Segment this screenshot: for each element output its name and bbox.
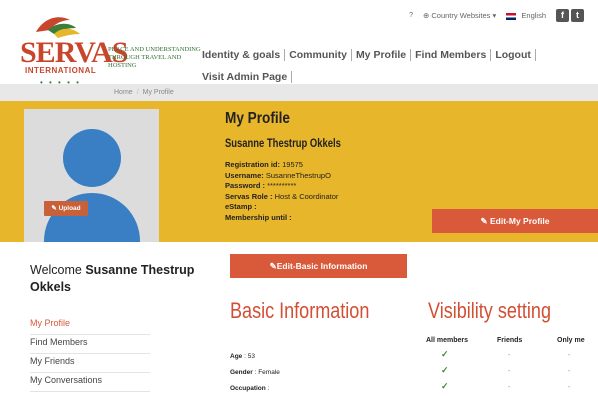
upload-label: Upload	[58, 205, 81, 212]
info-username: Username: SusanneThestrupO	[225, 171, 338, 182]
logo-subtitle: INTERNATIONAL	[25, 66, 97, 75]
welcome-prefix: Welcome	[30, 263, 86, 277]
basic-row-gender: Gender : Female	[230, 369, 280, 376]
edit-my-profile-label: Edit-My Profile	[489, 216, 550, 226]
info-estamp: eStamp :	[225, 202, 338, 213]
info-value: SusanneThestrupO	[263, 170, 331, 180]
pencil-icon: ✎	[51, 205, 59, 212]
info-servas-role: Servas Role : Host & Coordinator	[225, 192, 338, 203]
nav-identity-goals[interactable]: Identity & goals	[202, 49, 286, 61]
info-value: 19575	[280, 160, 303, 169]
nav-find-members[interactable]: Find Members	[411, 49, 492, 61]
basic-row-age: Age : 53	[230, 353, 255, 360]
edit-basic-information-label: Edit-Basic Information	[276, 261, 368, 271]
social-links: f t	[556, 9, 584, 22]
dash-icon[interactable]: -	[568, 368, 570, 375]
facebook-icon[interactable]: f	[556, 9, 569, 22]
breadcrumb-home[interactable]: Home	[114, 89, 133, 96]
help-link[interactable]: ?	[409, 12, 413, 19]
row-label: Gender	[230, 369, 253, 376]
sidebar-item-my-conversations[interactable]: My Conversations	[30, 373, 150, 392]
column-friends: Friends	[497, 337, 523, 344]
visibility-setting-heading: Visibility setting	[428, 298, 551, 323]
check-icon[interactable]: ✓	[441, 365, 449, 376]
language-label: English	[521, 11, 546, 20]
breadcrumb-current: My Profile	[142, 89, 174, 96]
breadcrumb-separator: /	[136, 89, 139, 96]
sidebar-item-my-profile[interactable]: My Profile	[30, 316, 150, 335]
pencil-icon: ✎	[480, 216, 490, 226]
caret-down-icon: ▾	[492, 11, 497, 20]
main-nav: Identity & goals Community My Profile Fi…	[202, 48, 536, 84]
check-icon[interactable]: ✓	[441, 349, 449, 360]
check-icon[interactable]: ✓	[441, 381, 449, 392]
info-label: Registration id:	[225, 160, 281, 169]
sidebar-item-my-friends[interactable]: My Friends	[30, 354, 150, 373]
welcome-message: Welcome Susanne Thestrup Okkels	[30, 262, 200, 296]
nav-community[interactable]: Community	[285, 49, 352, 61]
country-websites-label: Country Websites	[431, 11, 491, 20]
twitter-icon[interactable]: t	[571, 9, 584, 22]
info-label: Membership until :	[225, 212, 292, 222]
dash-icon[interactable]: -	[508, 368, 510, 375]
info-value: **********	[265, 181, 297, 191]
info-label: Password :	[225, 181, 266, 191]
row-label: Occupation	[230, 385, 266, 392]
row-value: 53	[245, 353, 255, 360]
country-websites-dropdown[interactable]: ⊕ Country Websites ▾	[423, 11, 496, 20]
avatar	[24, 109, 159, 242]
uk-flag-icon	[506, 12, 517, 20]
info-password: Password : **********	[225, 181, 338, 192]
column-all-members: All members	[426, 337, 469, 344]
column-only-me: Only me	[557, 337, 585, 344]
row-value: Female	[256, 369, 280, 376]
nav-my-profile[interactable]: My Profile	[352, 49, 412, 61]
info-label: eStamp :	[225, 202, 257, 212]
dash-icon[interactable]: -	[508, 384, 510, 391]
language-selector[interactable]: English	[506, 11, 546, 20]
globe-icon: ⊕	[422, 11, 430, 20]
main-nav-row-2: Visit Admin Page	[202, 70, 536, 84]
basic-row-occupation: Occupation :	[230, 385, 270, 392]
dash-icon[interactable]: -	[508, 352, 510, 359]
profile-name: Susanne Thestrup Okkels	[225, 138, 341, 150]
info-label: Username:	[225, 170, 264, 180]
info-registration-id: Registration id: 19575	[225, 160, 338, 171]
row-label: Age	[230, 353, 243, 360]
basic-information-heading: Basic Information	[230, 298, 370, 323]
breadcrumb: Home / My Profile	[0, 84, 598, 101]
page-title: My Profile	[225, 110, 290, 127]
upload-photo-button[interactable]: ✎ Upload	[44, 201, 88, 216]
sidebar-item-find-members[interactable]: Find Members	[30, 335, 150, 354]
pencil-icon: ✎	[269, 261, 277, 271]
main-nav-row: Identity & goals Community My Profile Fi…	[202, 48, 536, 62]
top-utility-bar: ? ⊕ Country Websites ▾ English f t	[409, 9, 584, 22]
site-tagline: PEACE AND UNDERSTANDING THROUGH TRAVEL A…	[108, 46, 201, 69]
dash-icon[interactable]: -	[568, 384, 570, 391]
sidebar-menu: My Profile Find Members My Friends My Co…	[30, 316, 150, 392]
edit-my-profile-button[interactable]: ✎ Edit-My Profile	[432, 209, 598, 233]
dash-icon[interactable]: -	[568, 352, 570, 359]
avatar-head-icon	[63, 129, 121, 187]
nav-visit-admin[interactable]: Visit Admin Page	[202, 71, 293, 83]
info-label: Servas Role :	[225, 191, 273, 201]
info-membership-until: Membership until :	[225, 213, 338, 224]
profile-info: Registration id: 19575 Username: Susanne…	[225, 160, 338, 224]
nav-logout[interactable]: Logout	[491, 49, 536, 61]
info-value: Host & Coordinator	[272, 191, 339, 201]
edit-basic-information-button[interactable]: ✎Edit-Basic Information	[230, 254, 407, 278]
